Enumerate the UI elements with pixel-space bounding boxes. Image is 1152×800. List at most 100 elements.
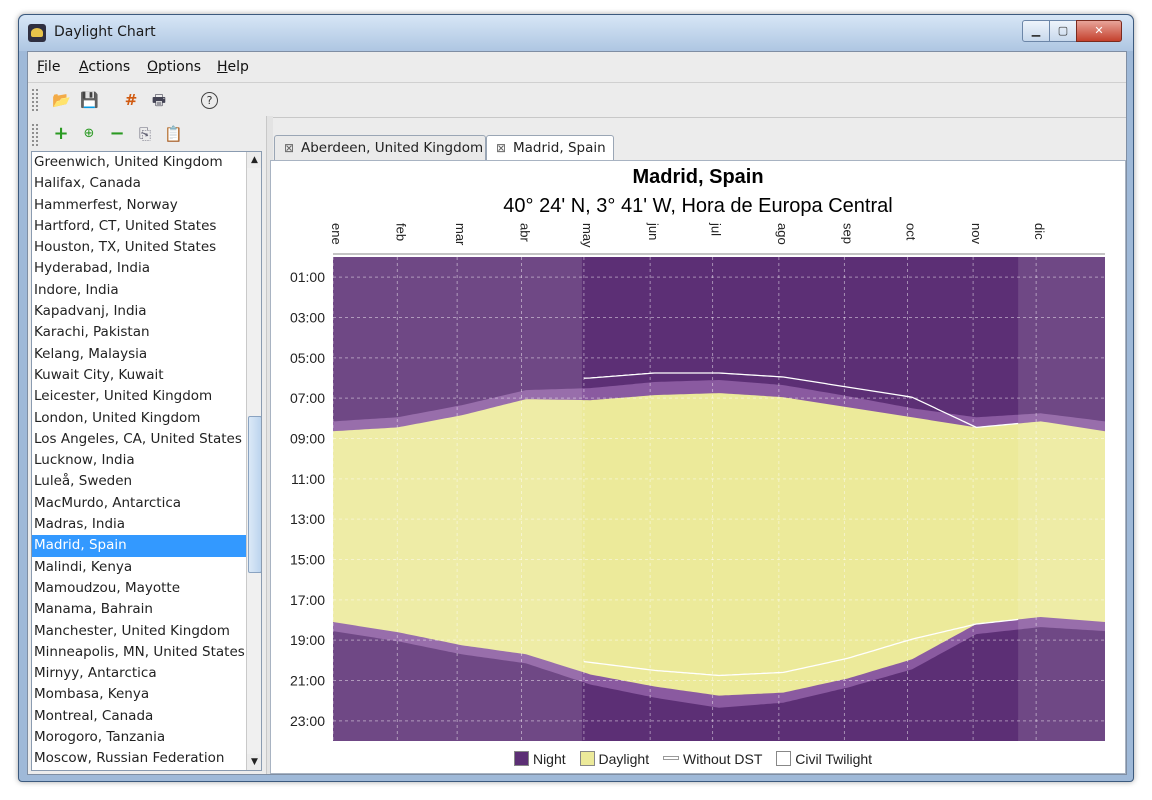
toolbar-grip[interactable]	[31, 88, 39, 112]
non-dst-shade	[1018, 257, 1105, 741]
x-tick-label: feb	[393, 223, 408, 241]
x-tick-label: ene	[329, 223, 344, 245]
x-tick-label: jul	[709, 222, 724, 236]
y-tick-label: 15:00	[290, 552, 325, 568]
legend-without-dst: Without DST	[663, 751, 762, 767]
open-folder-icon[interactable]: 📂	[52, 91, 71, 109]
location-list-item[interactable]: Kelang, Malaysia	[32, 344, 261, 365]
location-list-item[interactable]: Manchester, United Kingdom	[32, 621, 261, 642]
location-list-item[interactable]: Los Angeles, CA, United States	[32, 429, 261, 450]
location-list-item[interactable]: Houston, TX, United States	[32, 237, 261, 258]
daylight-chart: 01:00 03:00 05:00 07:00 09:00 11:00 13:00 15:00…	[290, 222, 1105, 741]
location-list-item[interactable]: Luleå, Sweden	[32, 471, 261, 492]
location-list-item[interactable]: MacMurdo, Antarctica	[32, 493, 261, 514]
client-area: File Actions Options Help 📂 💾 # 🖶 ? + ⊕ …	[27, 51, 1127, 775]
location-list-item[interactable]: Mamoudzou, Mayotte	[32, 578, 261, 599]
scroll-down-icon[interactable]: ▼	[247, 754, 261, 770]
menu-help[interactable]: Help	[217, 59, 249, 75]
y-tick-label: 01:00	[290, 269, 325, 285]
location-list-item[interactable]: Madrid, Spain	[32, 535, 261, 557]
menu-actions[interactable]: Actions	[79, 59, 130, 75]
legend-daylight: Daylight	[579, 751, 649, 767]
location-list-item[interactable]: Halifax, Canada	[32, 173, 261, 194]
legend-without-dst-swatch	[663, 756, 680, 760]
paste-icon[interactable]: 📋	[164, 125, 183, 143]
location-list-item[interactable]: London, United Kingdom	[32, 408, 261, 429]
location-list-items: Greenwich, United Kingdom Halifax, Canada…	[32, 152, 261, 770]
add-icon[interactable]: +	[52, 125, 70, 143]
y-tick-label: 07:00	[290, 390, 325, 406]
y-tick-label: 03:00	[290, 310, 325, 326]
location-list-item[interactable]: Moscow, Russian Federation	[32, 748, 261, 769]
close-tab-icon[interactable]: ⊠	[493, 136, 509, 160]
legend-night: Night	[513, 751, 566, 767]
grid-icon[interactable]: #	[122, 91, 140, 109]
location-list-item[interactable]: Lucknow, India	[32, 450, 261, 471]
location-list-item[interactable]: Hartford, CT, United States	[32, 216, 261, 237]
remove-icon[interactable]: −	[108, 125, 126, 143]
y-tick-label: 21:00	[290, 673, 325, 689]
y-tick-label: 19:00	[290, 632, 325, 648]
location-list-item[interactable]: Leicester, United Kingdom	[32, 386, 261, 407]
location-list-item[interactable]: Hammerfest, Norway	[32, 195, 261, 216]
add-multiple-icon[interactable]: ⊕	[80, 125, 98, 143]
location-list-item[interactable]: Montreal, Canada	[32, 706, 261, 727]
chart-legend: Night Daylight Without DST Civil Twiligh…	[271, 751, 1125, 767]
location-list-item[interactable]: Greenwich, United Kingdom	[32, 152, 261, 173]
menu-options[interactable]: Options	[147, 59, 201, 75]
tab-madrid[interactable]: ⊠ Madrid, Spain	[486, 135, 614, 161]
location-list-item[interactable]: Mombasa, Kenya	[32, 684, 261, 705]
location-list-item[interactable]: Indore, India	[32, 280, 261, 301]
list-toolbar: + ⊕ − ⎘ 📋	[28, 117, 266, 151]
x-tick-label: dic	[1032, 223, 1047, 240]
list-toolbar-grip[interactable]	[31, 123, 39, 147]
y-tick-label: 05:00	[290, 350, 325, 366]
x-tick-label: abr	[517, 223, 532, 242]
y-tick-label: 13:00	[290, 511, 325, 527]
location-list-item[interactable]: Hyderabad, India	[32, 258, 261, 279]
help-icon[interactable]: ?	[201, 92, 218, 109]
location-list-item[interactable]: Manama, Bahrain	[32, 599, 261, 620]
legend-civil-twilight: Civil Twilight	[776, 751, 872, 767]
maximize-button[interactable]: ▢	[1049, 20, 1077, 42]
location-list-item[interactable]: Kuwait City, Kuwait	[32, 365, 261, 386]
x-tick-label: may	[580, 223, 595, 248]
close-window-button[interactable]: ✕	[1076, 20, 1122, 42]
minimize-button[interactable]: ▁	[1022, 20, 1050, 42]
list-scrollbar[interactable]: ▲ ▼	[246, 152, 261, 770]
location-list-item[interactable]: Morogoro, Tanzania	[32, 727, 261, 748]
scroll-up-icon[interactable]: ▲	[247, 152, 261, 168]
menu-file[interactable]: File	[37, 59, 60, 75]
location-list-item[interactable]: Malindi, Kenya	[32, 557, 261, 578]
menu-bar: File Actions Options Help	[28, 52, 1126, 82]
location-list-item[interactable]: Mirnyy, Antarctica	[32, 663, 261, 684]
location-list-item[interactable]: Kapadvanj, India	[32, 301, 261, 322]
application-window: Daylight Chart ▁ ▢ ✕ File Actions Option…	[18, 14, 1134, 782]
daylight-chart-panel: Madrid, Spain 40° 24' N, 3° 41' W, Hora …	[270, 160, 1126, 774]
location-list-item[interactable]: Minneapolis, MN, United States	[32, 642, 261, 663]
close-tab-icon[interactable]: ⊠	[281, 136, 297, 160]
location-list: Greenwich, United Kingdom Halifax, Canada…	[31, 151, 262, 771]
print-icon[interactable]: 🖶	[150, 91, 168, 109]
tab-label: Madrid, Spain	[513, 140, 606, 156]
legend-civil-twilight-swatch	[776, 751, 792, 766]
tab-aberdeen[interactable]: ⊠ Aberdeen, United Kingdom	[274, 135, 486, 160]
y-tick-label: 11:00	[291, 471, 325, 487]
x-tick-label: ago	[775, 223, 790, 245]
save-icon[interactable]: 💾	[80, 91, 99, 109]
location-list-item[interactable]: Karachi, Pakistan	[32, 322, 261, 343]
scroll-thumb[interactable]	[248, 416, 261, 573]
x-tick-label: sep	[840, 223, 855, 244]
x-tick-label: nov	[969, 223, 984, 244]
legend-daylight-swatch	[579, 751, 595, 766]
title-bar[interactable]: Daylight Chart ▁ ▢ ✕	[19, 15, 1133, 51]
x-tick-label: jun	[646, 222, 661, 240]
location-list-item[interactable]: Madras, India	[32, 514, 261, 535]
sun-app-icon	[28, 24, 46, 42]
window-title: Daylight Chart	[54, 24, 156, 40]
main-toolbar: 📂 💾 # 🖶 ?	[28, 82, 1126, 118]
y-tick-label: 23:00	[290, 713, 325, 729]
legend-night-swatch	[513, 751, 529, 766]
x-tick-label: oct	[903, 223, 918, 241]
copy-icon[interactable]: ⎘	[136, 125, 154, 143]
